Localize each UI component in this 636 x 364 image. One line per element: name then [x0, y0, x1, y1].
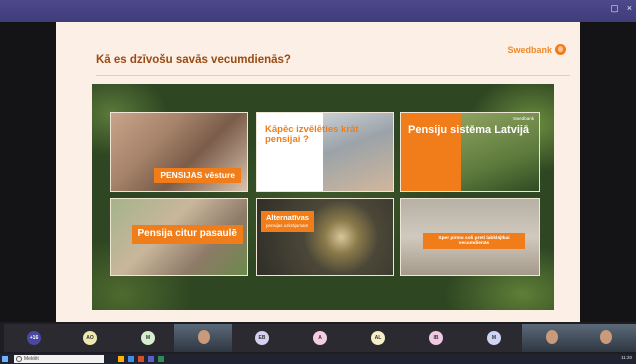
participants-strip: +16 AO M EB A AL IB M	[0, 322, 636, 354]
participant-tile[interactable]: +16	[4, 324, 64, 352]
card-mini-logo: Swedbank	[512, 116, 534, 121]
participant-avatar: IB	[429, 331, 443, 345]
file-explorer-icon[interactable]	[118, 356, 124, 362]
participant-avatar: EB	[255, 331, 269, 345]
card-label: Sper pirmo soli preti labklājībai vecumd…	[423, 233, 525, 250]
participant-tile[interactable]	[522, 324, 582, 352]
participant-tile[interactable]: EB	[232, 324, 292, 352]
card-label-main: Alternatīvas	[266, 213, 309, 222]
taskbar: Meklēt 11:20	[0, 354, 636, 364]
taskbar-clock: 11:20	[621, 355, 632, 360]
teams-icon[interactable]	[148, 356, 154, 362]
card-label: PENSIJAS vēsture	[154, 168, 241, 183]
participant-avatar: M	[487, 331, 501, 345]
participant-avatar: A	[313, 331, 327, 345]
participant-avatar: AL	[371, 331, 385, 345]
card-label: Pensiju sistēma Latvijā	[408, 124, 530, 136]
participant-avatar: M	[141, 331, 155, 345]
maximize-icon[interactable]: ▢	[610, 3, 619, 14]
participant-video-icon	[546, 330, 558, 344]
participant-tile[interactable]: M	[464, 324, 524, 352]
title-divider	[96, 75, 570, 76]
card-label: Kāpēc izvēlēties krāt pensijai ?	[265, 124, 359, 145]
participant-tile[interactable]: AL	[348, 324, 408, 352]
presentation-slide: Kā es dzīvošu savās vecumdienās? Swedban…	[56, 22, 580, 322]
window-titlebar: ▢ ×	[0, 0, 636, 22]
card-label-sub: pensijas uzkrājumam	[266, 222, 309, 228]
taskbar-search[interactable]: Meklēt	[14, 355, 104, 363]
browser-icon[interactable]	[128, 356, 134, 362]
participant-tile[interactable]: M	[118, 324, 178, 352]
left-margin	[0, 22, 56, 322]
participant-tile[interactable]	[174, 324, 234, 352]
card-why-save[interactable]: Kāpēc izvēlēties krāt pensijai ?	[256, 112, 394, 192]
card-pension-abroad[interactable]: Pensija citur pasaulē	[110, 198, 248, 276]
card-label: Alternatīvas pensijas uzkrājumam	[261, 211, 314, 232]
participant-video-icon	[198, 330, 210, 344]
search-icon	[16, 356, 22, 362]
card-pension-system[interactable]: Pensiju sistēma Latvijā Swedbank	[400, 112, 540, 192]
swedbank-logo: Swedbank	[507, 44, 566, 55]
more-participants-badge: +16	[27, 331, 41, 345]
oak-logo-icon	[555, 44, 566, 55]
participant-avatar: AO	[83, 331, 97, 345]
logo-text: Swedbank	[507, 44, 552, 55]
card-pension-history[interactable]: PENSIJAS vēsture	[110, 112, 248, 192]
slide-title: Kā es dzīvošu savās vecumdienās?	[96, 54, 291, 66]
right-margin	[580, 22, 636, 322]
participant-tile[interactable]: A	[290, 324, 350, 352]
window-controls: ▢ ×	[610, 3, 632, 14]
windows-start-icon[interactable]	[2, 356, 8, 362]
card-alternatives[interactable]: Alternatīvas pensijas uzkrājumam	[256, 198, 394, 276]
participant-tile[interactable]: AO	[60, 324, 120, 352]
close-icon[interactable]: ×	[627, 3, 632, 14]
card-board: PENSIJAS vēsture Kāpēc izvēlēties krāt p…	[92, 84, 554, 310]
participant-tile[interactable]: IB	[406, 324, 466, 352]
excel-icon[interactable]	[158, 356, 164, 362]
search-placeholder: Meklēt	[24, 356, 39, 362]
card-first-step[interactable]: Sper pirmo soli preti labklājībai vecumd…	[400, 198, 540, 276]
participant-tile[interactable]	[576, 324, 636, 352]
participant-video-icon	[600, 330, 612, 344]
card-label: Pensija citur pasaulē	[131, 225, 243, 244]
powerpoint-icon[interactable]	[138, 356, 144, 362]
